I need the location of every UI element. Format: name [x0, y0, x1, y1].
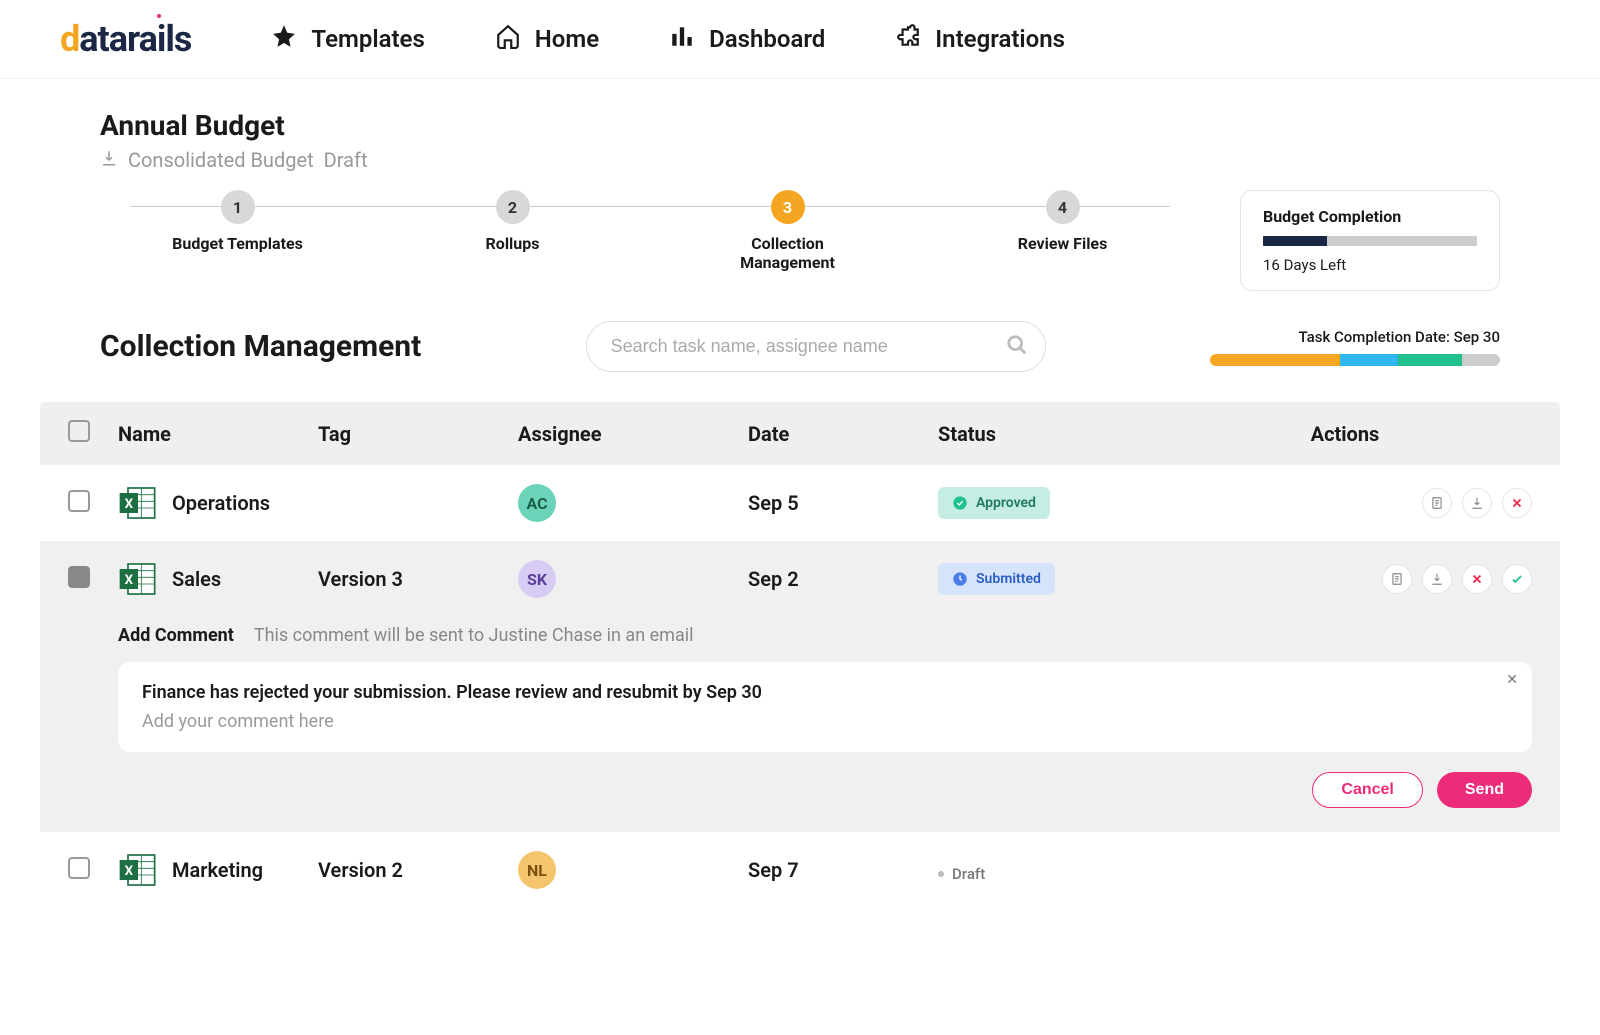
- close-action-button[interactable]: [1502, 488, 1532, 518]
- svg-text:X: X: [125, 497, 134, 512]
- breadcrumb: Consolidated Budget Draft: [100, 148, 1500, 172]
- star-icon: [271, 23, 297, 55]
- table-row: X Sales Version 3 SK Sep 2 Submitted: [40, 541, 1560, 617]
- completion-sub: 16 Days Left: [1263, 256, 1477, 274]
- completion-bar: [1263, 236, 1477, 246]
- home-icon: [495, 23, 521, 55]
- step-circle: 4: [1046, 190, 1080, 224]
- cancel-button[interactable]: Cancel: [1312, 772, 1422, 808]
- svg-text:X: X: [125, 864, 134, 879]
- comment-text: Finance has rejected your submission. Pl…: [142, 682, 1508, 703]
- excel-icon: X: [118, 483, 158, 523]
- comment-panel: Add Comment This comment will be sent to…: [40, 617, 1560, 832]
- step-circle: 2: [496, 190, 530, 224]
- stepper: 1 Budget Templates 2 Rollups 3 Collection Man…: [100, 190, 1200, 272]
- step-4[interactable]: 4 Review Files: [925, 190, 1200, 272]
- row-checkbox[interactable]: [68, 566, 90, 588]
- main-nav: Templates Home Dashboard Integrations: [271, 23, 1065, 55]
- nav-home[interactable]: Home: [495, 23, 599, 55]
- puzzle-icon: [895, 23, 921, 55]
- nav-templates[interactable]: Templates: [271, 23, 424, 55]
- task-completion-info: Task Completion Date: Sep 30: [1210, 328, 1500, 366]
- excel-icon: X: [118, 850, 158, 890]
- nav-dashboard[interactable]: Dashboard: [669, 23, 825, 55]
- send-button[interactable]: Send: [1437, 772, 1532, 808]
- logo: datarails: [60, 18, 191, 60]
- nav-label: Integrations: [935, 25, 1065, 53]
- status-badge: Submitted: [938, 563, 1055, 595]
- row-tag: Version 3: [318, 567, 518, 591]
- step-circle: 3: [771, 190, 805, 224]
- app-header: datarails Templates Home Dashboard Integrat…: [0, 0, 1600, 79]
- step-1[interactable]: 1 Budget Templates: [100, 190, 375, 272]
- header-actions: Actions: [1158, 422, 1532, 446]
- check-action-button[interactable]: [1502, 564, 1532, 594]
- row-checkbox[interactable]: [68, 857, 90, 879]
- row-date: Sep 5: [748, 491, 938, 515]
- search-wrap: [586, 321, 1046, 372]
- doc-action-button[interactable]: [1422, 488, 1452, 518]
- header-name: Name: [118, 422, 318, 446]
- step-3[interactable]: 3 Collection Management: [650, 190, 925, 272]
- step-label: Collection Management: [718, 234, 858, 272]
- completion-title: Budget Completion: [1263, 207, 1477, 226]
- row-date: Sep 2: [748, 567, 938, 591]
- status-badge: Draft: [938, 865, 985, 883]
- bars-icon: [669, 23, 695, 55]
- table-row: X Operations AC Sep 5 Approved: [40, 465, 1560, 541]
- section-title: Collection Management: [100, 329, 421, 364]
- comment-placeholder: Add your comment here: [142, 711, 1508, 732]
- nav-integrations[interactable]: Integrations: [895, 23, 1065, 55]
- download-action-button[interactable]: [1422, 564, 1452, 594]
- row-tag: Version 2: [318, 858, 518, 882]
- row-name: Operations: [172, 491, 270, 515]
- nav-label: Home: [535, 25, 599, 53]
- nav-label: Dashboard: [709, 25, 825, 53]
- row-checkbox[interactable]: [68, 490, 90, 512]
- task-completion-date: Task Completion Date: Sep 30: [1298, 328, 1500, 346]
- row-name: Sales: [172, 567, 221, 591]
- avatar: NL: [518, 851, 556, 889]
- page-title: Annual Budget: [100, 109, 1500, 142]
- svg-text:X: X: [125, 573, 134, 588]
- breadcrumb-status: Draft: [324, 148, 368, 172]
- step-circle: 1: [221, 190, 255, 224]
- search-icon: [1006, 334, 1028, 360]
- step-2[interactable]: 2 Rollups: [375, 190, 650, 272]
- header-tag: Tag: [318, 422, 518, 446]
- download-action-button[interactable]: [1462, 488, 1492, 518]
- close-action-button[interactable]: [1462, 564, 1492, 594]
- comment-title: Add Comment: [118, 625, 234, 646]
- budget-completion-card: Budget Completion 16 Days Left: [1240, 190, 1500, 291]
- download-icon: [100, 148, 118, 172]
- header-date: Date: [748, 422, 938, 446]
- table-header-row: Name Tag Assignee Date Status Actions: [40, 402, 1560, 465]
- row-date: Sep 7: [748, 858, 938, 882]
- avatar: AC: [518, 484, 556, 522]
- search-input[interactable]: [586, 321, 1046, 372]
- excel-icon: X: [118, 559, 158, 599]
- breadcrumb-folder: Consolidated Budget: [128, 148, 314, 172]
- comment-sub: This comment will be sent to Justine Cha…: [254, 625, 694, 646]
- select-all-checkbox[interactable]: [68, 420, 90, 442]
- status-badge: Approved: [938, 487, 1050, 519]
- progress-bar: [1210, 354, 1500, 366]
- header-assignee: Assignee: [518, 422, 748, 446]
- step-label: Budget Templates: [172, 234, 303, 253]
- comment-box[interactable]: ✕ Finance has rejected your submission. …: [118, 662, 1532, 752]
- step-label: Review Files: [1018, 234, 1108, 253]
- nav-label: Templates: [311, 25, 424, 53]
- header-status: Status: [938, 422, 1158, 446]
- doc-action-button[interactable]: [1382, 564, 1412, 594]
- step-label: Rollups: [486, 234, 540, 253]
- table-row: X Marketing Version 2 NL Sep 7 Draft: [40, 832, 1560, 908]
- tasks-table: Name Tag Assignee Date Status Actions X O…: [40, 402, 1560, 908]
- avatar: SK: [518, 560, 556, 598]
- row-name: Marketing: [172, 858, 263, 882]
- close-icon[interactable]: ✕: [1506, 672, 1518, 688]
